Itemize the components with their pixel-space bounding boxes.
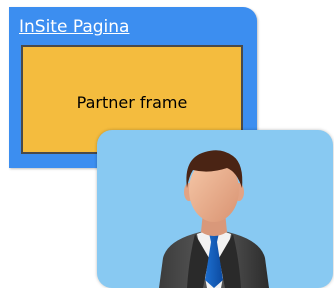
insite-page-link[interactable]: InSite Pagina: [19, 17, 129, 37]
diagram-canvas: InSite Pagina Partner frame: [0, 0, 334, 288]
user-card: [97, 130, 333, 288]
partner-frame-label: Partner frame: [76, 93, 188, 112]
businessman-avatar-icon: [159, 150, 269, 288]
